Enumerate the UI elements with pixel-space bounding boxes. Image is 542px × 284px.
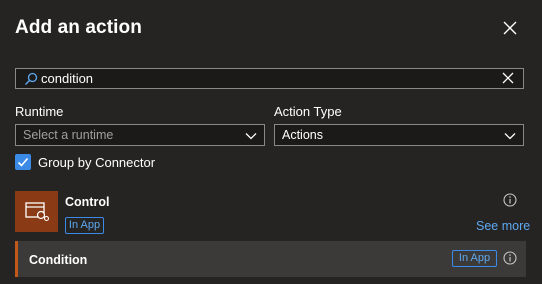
chevron-down-icon [245,133,257,140]
runtime-dropdown[interactable]: Select a runtime [15,124,265,146]
in-app-badge: In App [452,250,497,267]
row-accent-bar [15,241,18,277]
group-by-connector-label[interactable]: Group by Connector [38,155,155,170]
panel-title: Add an action [15,17,142,38]
runtime-label: Runtime [15,104,64,119]
info-icon[interactable] [503,251,517,265]
in-app-badge: In App [65,217,104,234]
see-more-link[interactable]: See more [476,219,530,233]
action-name: Condition [29,253,88,267]
control-icon[interactable] [15,191,58,232]
action-type-dropdown-value: Actions [282,128,323,142]
search-input[interactable] [41,70,501,87]
search-icon [25,72,38,85]
action-type-dropdown[interactable]: Actions [274,124,524,146]
search-box[interactable] [15,68,524,89]
clear-search-icon[interactable] [501,71,515,85]
action-row-condition[interactable]: Condition In App [15,241,526,277]
info-icon[interactable] [503,193,517,207]
group-by-connector-checkbox[interactable] [15,154,31,170]
close-icon [503,21,517,35]
chevron-down-icon [504,133,516,140]
connector-name[interactable]: Control [65,195,109,209]
runtime-dropdown-value: Select a runtime [23,128,114,142]
action-type-label: Action Type [274,104,342,119]
close-button[interactable] [500,18,520,38]
control-glyph-icon [25,202,50,222]
checkmark-icon [17,157,29,167]
